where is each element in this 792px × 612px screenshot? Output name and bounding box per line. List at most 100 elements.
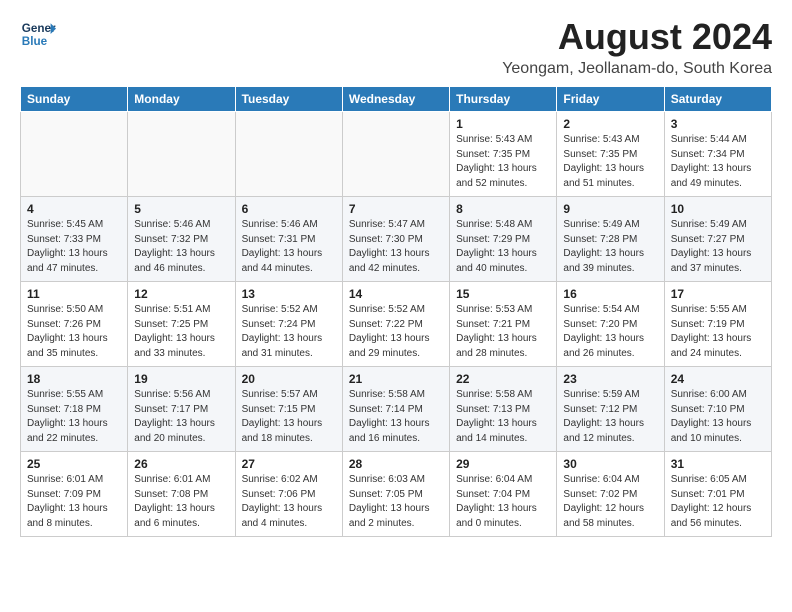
calendar-cell: 26 Sunrise: 6:01 AMSunset: 7:08 PMDayligh… <box>128 452 235 537</box>
day-info: Sunrise: 6:04 AMSunset: 7:04 PMDaylight:… <box>456 473 550 531</box>
day-info: Sunrise: 5:45 AMSunset: 7:33 PMDaylight:… <box>27 218 121 276</box>
day-info: Sunrise: 5:56 AMSunset: 7:17 PMDaylight:… <box>134 388 228 446</box>
day-number: 27 <box>242 457 336 471</box>
calendar-cell: 13 Sunrise: 5:52 AMSunset: 7:24 PMDayligh… <box>235 282 342 367</box>
day-info: Sunrise: 5:43 AMSunset: 7:35 PMDaylight:… <box>456 133 550 191</box>
day-number: 14 <box>349 287 443 301</box>
day-info: Sunrise: 6:01 AMSunset: 7:09 PMDaylight:… <box>27 473 121 531</box>
logo: General Blue <box>20 16 56 52</box>
calendar-cell: 6Sunrise: 5:46 AMSunset: 7:31 PMDaylight… <box>235 197 342 282</box>
calendar-table: SundayMondayTuesdayWednesdayThursdayFrid… <box>20 86 772 537</box>
day-number: 3 <box>671 117 765 131</box>
calendar-week-3: 11 Sunrise: 5:50 AMSunset: 7:26 PMDayligh… <box>21 282 772 367</box>
day-info: Sunrise: 5:59 AMSunset: 7:12 PMDaylight:… <box>563 388 657 446</box>
day-info: Sunrise: 5:49 AMSunset: 7:28 PMDaylight:… <box>563 218 657 276</box>
column-header-saturday: Saturday <box>664 87 771 112</box>
calendar-cell: 1 Sunrise: 5:43 AMSunset: 7:35 PMDaylight… <box>450 112 557 197</box>
day-info: Sunrise: 5:58 AMSunset: 7:14 PMDaylight:… <box>349 388 443 446</box>
day-info: Sunrise: 5:57 AMSunset: 7:15 PMDaylight:… <box>242 388 336 446</box>
day-info: Sunrise: 5:51 AMSunset: 7:25 PMDaylight:… <box>134 303 228 361</box>
column-header-sunday: Sunday <box>21 87 128 112</box>
day-number: 31 <box>671 457 765 471</box>
title-block: August 2024 Yeongam, Jeollanam-do, South… <box>502 16 772 78</box>
calendar-cell: 10 Sunrise: 5:49 AMSunset: 7:27 PMDayligh… <box>664 197 771 282</box>
day-number: 16 <box>563 287 657 301</box>
logo-icon: General Blue <box>20 16 56 52</box>
day-info: Sunrise: 5:55 AMSunset: 7:19 PMDaylight:… <box>671 303 765 361</box>
day-info: Sunrise: 5:49 AMSunset: 7:27 PMDaylight:… <box>671 218 765 276</box>
day-info: Sunrise: 5:48 AMSunset: 7:29 PMDaylight:… <box>456 218 550 276</box>
calendar-cell: 19 Sunrise: 5:56 AMSunset: 7:17 PMDayligh… <box>128 367 235 452</box>
calendar-cell <box>21 112 128 197</box>
day-number: 24 <box>671 372 765 386</box>
day-number: 22 <box>456 372 550 386</box>
calendar-cell: 15 Sunrise: 5:53 AMSunset: 7:21 PMDayligh… <box>450 282 557 367</box>
page-header: General Blue August 2024 Yeongam, Jeolla… <box>20 16 772 78</box>
calendar-cell: 3 Sunrise: 5:44 AMSunset: 7:34 PMDaylight… <box>664 112 771 197</box>
column-header-monday: Monday <box>128 87 235 112</box>
calendar-week-2: 4 Sunrise: 5:45 AMSunset: 7:33 PMDaylight… <box>21 197 772 282</box>
calendar-cell: 27 Sunrise: 6:02 AMSunset: 7:06 PMDayligh… <box>235 452 342 537</box>
calendar-cell: 28 Sunrise: 6:03 AMSunset: 7:05 PMDayligh… <box>342 452 449 537</box>
calendar-cell <box>342 112 449 197</box>
day-number: 11 <box>27 287 121 301</box>
day-info: Sunrise: 6:02 AMSunset: 7:06 PMDaylight:… <box>242 473 336 531</box>
column-header-thursday: Thursday <box>450 87 557 112</box>
day-number: 9 <box>563 202 657 216</box>
day-number: 5 <box>134 202 228 216</box>
day-info: Sunrise: 5:53 AMSunset: 7:21 PMDaylight:… <box>456 303 550 361</box>
day-number: 28 <box>349 457 443 471</box>
calendar-cell <box>128 112 235 197</box>
day-number: 30 <box>563 457 657 471</box>
calendar-week-5: 25 Sunrise: 6:01 AMSunset: 7:09 PMDayligh… <box>21 452 772 537</box>
calendar-cell: 9 Sunrise: 5:49 AMSunset: 7:28 PMDaylight… <box>557 197 664 282</box>
calendar-cell: 12 Sunrise: 5:51 AMSunset: 7:25 PMDayligh… <box>128 282 235 367</box>
day-number: 29 <box>456 457 550 471</box>
day-info: Sunrise: 6:03 AMSunset: 7:05 PMDaylight:… <box>349 473 443 531</box>
day-number: 19 <box>134 372 228 386</box>
calendar-cell: 7Sunrise: 5:47 AMSunset: 7:30 PMDaylight… <box>342 197 449 282</box>
day-number: 1 <box>456 117 550 131</box>
calendar-cell: 11 Sunrise: 5:50 AMSunset: 7:26 PMDayligh… <box>21 282 128 367</box>
day-info: Sunrise: 6:04 AMSunset: 7:02 PMDaylight:… <box>563 473 657 531</box>
day-info: Sunrise: 6:01 AMSunset: 7:08 PMDaylight:… <box>134 473 228 531</box>
day-info: Sunrise: 5:44 AMSunset: 7:34 PMDaylight:… <box>671 133 765 191</box>
day-number: 17 <box>671 287 765 301</box>
day-number: 2 <box>563 117 657 131</box>
calendar-cell: 29 Sunrise: 6:04 AMSunset: 7:04 PMDayligh… <box>450 452 557 537</box>
day-info: Sunrise: 5:43 AMSunset: 7:35 PMDaylight:… <box>563 133 657 191</box>
day-number: 21 <box>349 372 443 386</box>
calendar-cell: 18Sunrise: 5:55 AMSunset: 7:18 PMDayligh… <box>21 367 128 452</box>
day-number: 10 <box>671 202 765 216</box>
day-number: 23 <box>563 372 657 386</box>
day-info: Sunrise: 6:00 AMSunset: 7:10 PMDaylight:… <box>671 388 765 446</box>
day-number: 20 <box>242 372 336 386</box>
day-info: Sunrise: 5:52 AMSunset: 7:24 PMDaylight:… <box>242 303 336 361</box>
calendar-cell: 22 Sunrise: 5:58 AMSunset: 7:13 PMDayligh… <box>450 367 557 452</box>
calendar-cell: 5Sunrise: 5:46 AMSunset: 7:32 PMDaylight… <box>128 197 235 282</box>
calendar-cell: 23 Sunrise: 5:59 AMSunset: 7:12 PMDayligh… <box>557 367 664 452</box>
day-info: Sunrise: 5:58 AMSunset: 7:13 PMDaylight:… <box>456 388 550 446</box>
svg-text:Blue: Blue <box>22 35 48 48</box>
day-number: 26 <box>134 457 228 471</box>
day-number: 15 <box>456 287 550 301</box>
day-number: 12 <box>134 287 228 301</box>
day-number: 6 <box>242 202 336 216</box>
main-title: August 2024 <box>502 16 772 58</box>
subtitle: Yeongam, Jeollanam-do, South Korea <box>502 60 772 78</box>
calendar-cell: 31 Sunrise: 6:05 AMSunset: 7:01 PMDayligh… <box>664 452 771 537</box>
calendar-cell: 16 Sunrise: 5:54 AMSunset: 7:20 PMDayligh… <box>557 282 664 367</box>
day-number: 8 <box>456 202 550 216</box>
calendar-cell: 8 Sunrise: 5:48 AMSunset: 7:29 PMDaylight… <box>450 197 557 282</box>
day-info: Sunrise: 6:05 AMSunset: 7:01 PMDaylight:… <box>671 473 765 531</box>
column-header-wednesday: Wednesday <box>342 87 449 112</box>
calendar-cell: 21 Sunrise: 5:58 AMSunset: 7:14 PMDayligh… <box>342 367 449 452</box>
day-info: Sunrise: 5:54 AMSunset: 7:20 PMDaylight:… <box>563 303 657 361</box>
day-number: 4 <box>27 202 121 216</box>
calendar-cell <box>235 112 342 197</box>
day-info: Sunrise: 5:52 AMSunset: 7:22 PMDaylight:… <box>349 303 443 361</box>
column-header-friday: Friday <box>557 87 664 112</box>
day-number: 25 <box>27 457 121 471</box>
day-info: Sunrise: 5:50 AMSunset: 7:26 PMDaylight:… <box>27 303 121 361</box>
day-number: 13 <box>242 287 336 301</box>
